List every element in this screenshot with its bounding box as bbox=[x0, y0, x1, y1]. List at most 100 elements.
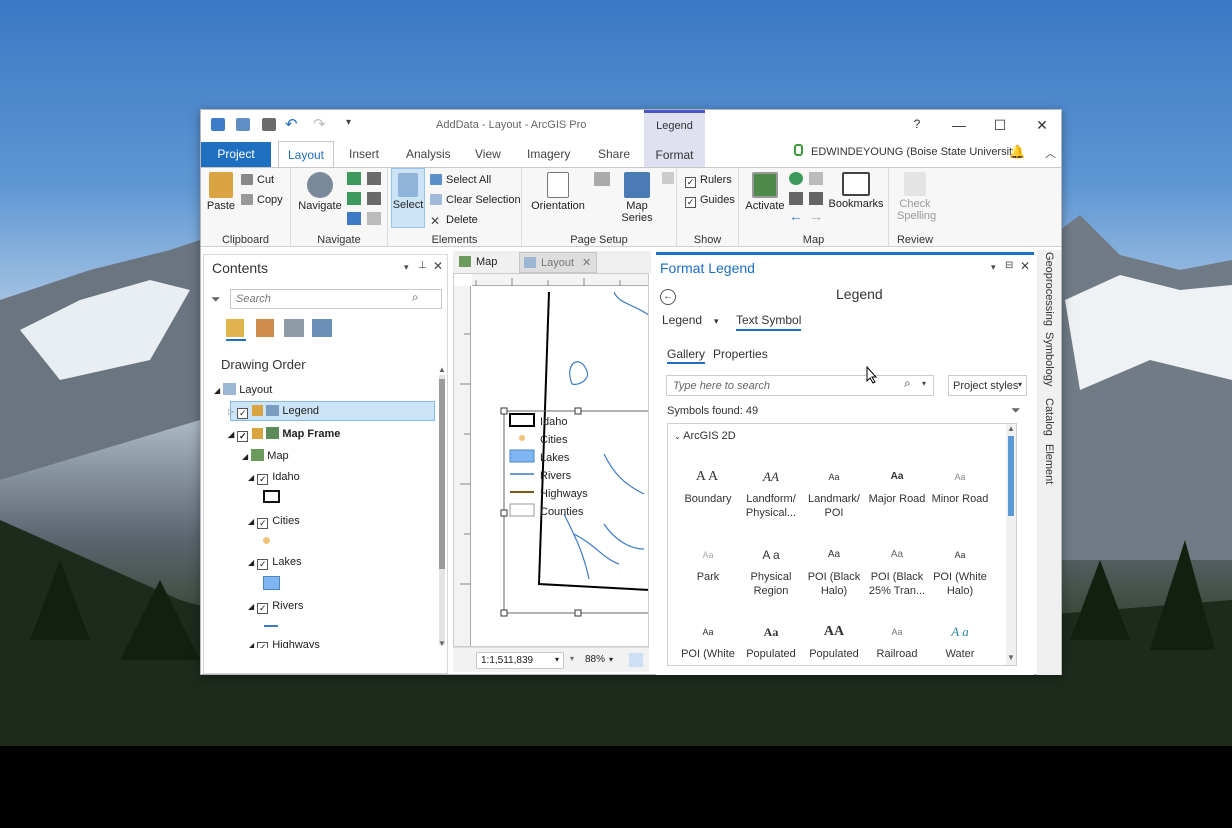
layout-view[interactable]: Idaho Cities Lakes Rivers Highways Count… bbox=[453, 273, 649, 647]
undo-icon[interactable]: ↶ bbox=[285, 115, 298, 133]
list-by-drawing-order-icon[interactable] bbox=[226, 319, 244, 337]
activate-button[interactable]: Activate bbox=[743, 172, 787, 212]
back-icon[interactable]: ← bbox=[660, 289, 676, 305]
open-project-icon[interactable] bbox=[236, 118, 250, 131]
orientation-button[interactable]: Orientation bbox=[530, 172, 586, 212]
signed-in-user[interactable]: EDWINDEYOUNG (Boise State University) bbox=[811, 146, 1021, 158]
zoom-selected-icon[interactable] bbox=[809, 172, 823, 185]
lock-open-icon[interactable] bbox=[252, 405, 264, 416]
styles-dropdown[interactable]: Project styles ▾ bbox=[948, 375, 1027, 396]
search-icon[interactable]: ⌕ bbox=[412, 290, 419, 305]
contents-search-input[interactable]: Search bbox=[230, 289, 442, 309]
symbol-poi-black-25[interactable]: Aa POI (Black 25% Tran... bbox=[865, 540, 929, 598]
symbol-physical-region[interactable]: A a Physical Region bbox=[739, 540, 803, 598]
scroll-down-arrow[interactable]: ▼ bbox=[1007, 653, 1015, 662]
tree-idaho[interactable]: ◢ ✓ Idaho bbox=[248, 471, 300, 485]
lakes-symbol[interactable] bbox=[263, 576, 280, 590]
redo-icon[interactable]: ↷ bbox=[313, 115, 326, 133]
tab-geoprocessing[interactable]: Geoprocessing bbox=[1043, 252, 1055, 326]
tab-view[interactable]: View bbox=[475, 147, 501, 161]
clear-selection-button[interactable]: Clear Selection bbox=[430, 194, 521, 206]
tab-catalog[interactable]: Catalog bbox=[1043, 398, 1055, 436]
close-button[interactable]: ✕ bbox=[1032, 117, 1052, 134]
filter-icon[interactable]: ⏷ bbox=[1011, 403, 1021, 418]
check-spelling-button[interactable]: Check Spelling bbox=[891, 172, 939, 222]
next-extent-icon[interactable] bbox=[367, 212, 381, 225]
tree-map[interactable]: ◢ Map bbox=[242, 449, 289, 462]
tree-map-frame[interactable]: ◢ ✓ Map Frame bbox=[228, 427, 340, 442]
idaho-symbol[interactable] bbox=[263, 490, 280, 503]
symbol-populated-2[interactable]: AA Populated bbox=[802, 617, 866, 661]
fixed-zoom-in-icon[interactable] bbox=[367, 172, 381, 185]
guides-checkbox[interactable]: ✓ Guides bbox=[685, 194, 735, 208]
copy-page-icon[interactable] bbox=[662, 172, 674, 184]
forward-arrow-icon[interactable]: → bbox=[809, 208, 823, 224]
back-arrow-icon[interactable]: ← bbox=[789, 208, 803, 224]
zoom-dropdown[interactable]: 88% ▾ bbox=[581, 652, 623, 669]
close-pane-icon[interactable]: ✕ bbox=[433, 259, 443, 273]
symbol-minor-road[interactable]: Aa Minor Road bbox=[928, 462, 992, 506]
pane-menu-icon[interactable]: ▾ bbox=[404, 262, 409, 273]
copy-button[interactable]: Copy bbox=[241, 194, 283, 206]
contents-scrollbar[interactable] bbox=[439, 375, 445, 645]
list-by-editing-icon[interactable] bbox=[312, 319, 332, 337]
pin-icon[interactable]: ⊥ bbox=[418, 260, 427, 271]
scrollbar-thumb[interactable] bbox=[439, 379, 445, 569]
cut-button[interactable]: Cut bbox=[241, 174, 274, 186]
tab-share[interactable]: Share bbox=[598, 147, 630, 161]
customize-toolbar-icon[interactable]: ▾ bbox=[346, 117, 351, 128]
tab-insert[interactable]: Insert bbox=[349, 147, 379, 161]
full-extent-icon[interactable] bbox=[347, 172, 361, 185]
legend-visibility-checkbox[interactable]: ✓ bbox=[237, 408, 249, 419]
tab-text-symbol[interactable]: Text Symbol bbox=[736, 313, 802, 331]
pane-menu-icon[interactable]: ▾ bbox=[991, 262, 996, 273]
symbol-major-road[interactable]: Aa Major Road bbox=[865, 462, 929, 506]
symbol-boundary[interactable]: AA Boundary bbox=[676, 462, 740, 506]
list-by-source-icon[interactable] bbox=[256, 319, 274, 337]
zoom-in-map-icon[interactable] bbox=[789, 192, 803, 205]
new-project-icon[interactable] bbox=[211, 118, 225, 131]
paste-button[interactable]: Paste bbox=[206, 172, 236, 212]
tree-legend[interactable]: ▷ ✓ Legend bbox=[228, 405, 319, 419]
highways-visibility-checkbox[interactable]: ✓ bbox=[257, 642, 269, 648]
full-extent-map-icon[interactable] bbox=[789, 172, 803, 185]
tree-layout[interactable]: ◢ Layout bbox=[214, 383, 272, 396]
scroll-up-arrow[interactable]: ▲ bbox=[1007, 424, 1015, 433]
tab-layout[interactable]: Layout bbox=[278, 141, 334, 168]
cities-visibility-checkbox[interactable]: ✓ bbox=[257, 518, 269, 529]
maximize-button[interactable]: ☐ bbox=[990, 117, 1010, 134]
search-options-icon[interactable]: ▾ bbox=[922, 379, 926, 388]
collapse-ribbon-icon[interactable]: ︿ bbox=[1045, 145, 1056, 161]
previous-extent-icon[interactable] bbox=[347, 212, 361, 225]
tab-imagery[interactable]: Imagery bbox=[527, 147, 570, 161]
symbol-poi-white[interactable]: Aa POI (White bbox=[676, 617, 740, 661]
rivers-symbol[interactable] bbox=[264, 625, 278, 627]
scale-dropdown[interactable]: 1:1,511,839 ▾ bbox=[476, 652, 564, 669]
tab-analysis[interactable]: Analysis bbox=[406, 147, 451, 161]
lock-open-icon[interactable] bbox=[252, 428, 264, 439]
cities-symbol[interactable] bbox=[263, 537, 270, 544]
save-icon[interactable] bbox=[262, 118, 276, 131]
tree-rivers[interactable]: ◢ ✓ Rivers bbox=[248, 600, 303, 614]
idaho-visibility-checkbox[interactable]: ✓ bbox=[257, 474, 269, 485]
symbol-railroad[interactable]: Aa Railroad bbox=[865, 617, 929, 661]
symbol-poi-black-halo[interactable]: Aa POI (Black Halo) bbox=[802, 540, 866, 598]
map-series-button[interactable]: Map Series bbox=[614, 172, 660, 224]
scroll-up-arrow[interactable]: ▲ bbox=[438, 365, 446, 374]
help-button[interactable]: ? bbox=[907, 117, 927, 131]
filter-icon[interactable]: ⏷ bbox=[211, 292, 221, 307]
rulers-checkbox[interactable]: ✓ Rulers bbox=[685, 174, 732, 188]
minimize-button[interactable]: — bbox=[949, 117, 969, 133]
auto-hide-icon[interactable]: ⊟ bbox=[1005, 260, 1013, 271]
fixed-zoom-out-icon[interactable] bbox=[367, 192, 381, 205]
tab-element[interactable]: Element bbox=[1043, 444, 1055, 484]
scale-menu-icon[interactable]: ▾ bbox=[570, 654, 574, 663]
zoom-to-selection-icon[interactable] bbox=[347, 192, 361, 205]
symbol-poi-white-halo[interactable]: Aa POI (White Halo) bbox=[928, 540, 992, 598]
tree-lakes[interactable]: ◢ ✓ Lakes bbox=[248, 556, 302, 570]
map-view-tab[interactable]: Map bbox=[455, 253, 517, 272]
select-all-button[interactable]: Select All bbox=[430, 174, 491, 186]
symbol-populated-1[interactable]: Aa Populated bbox=[739, 617, 803, 661]
tab-properties[interactable]: Properties bbox=[713, 347, 768, 361]
navigate-button[interactable]: Navigate bbox=[297, 172, 343, 212]
